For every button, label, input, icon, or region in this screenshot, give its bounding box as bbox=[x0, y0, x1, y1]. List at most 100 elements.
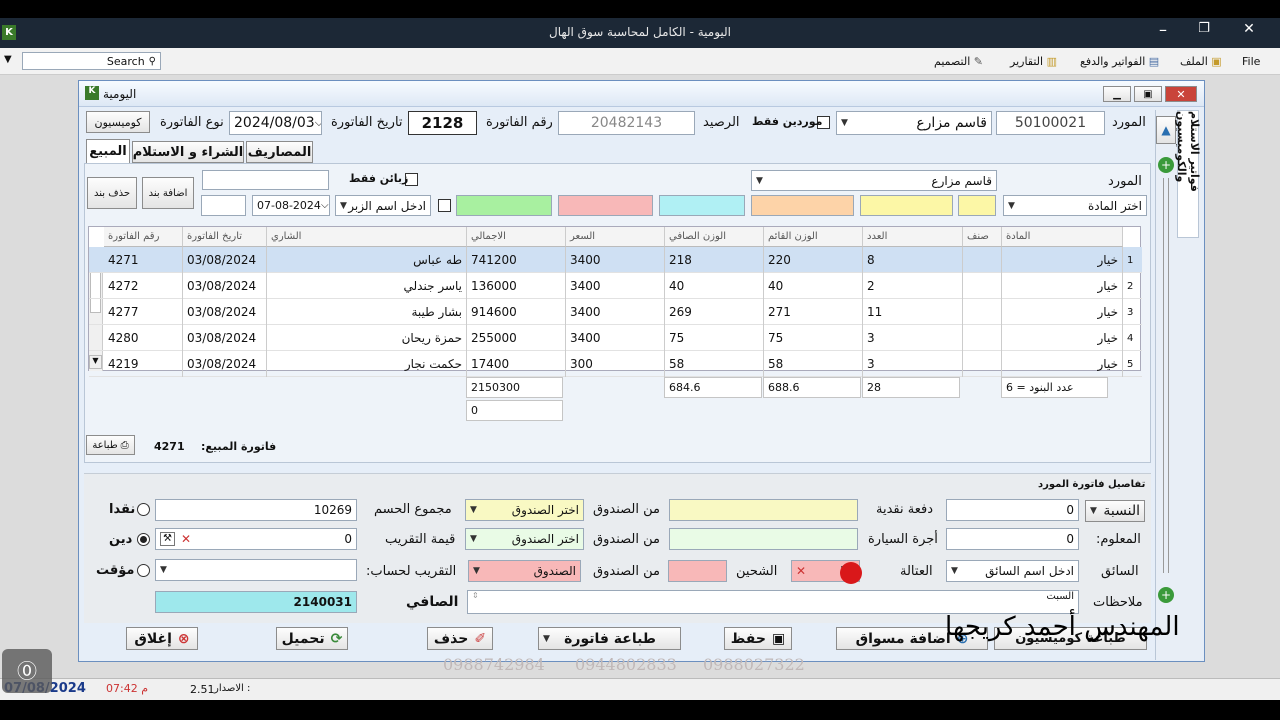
invoice-type-label: نوع الفاتورة bbox=[160, 115, 224, 130]
menu-reports[interactable]: التقارير ▥ bbox=[1010, 55, 1057, 68]
color-field-3[interactable] bbox=[751, 195, 854, 216]
color-field-1[interactable] bbox=[958, 195, 996, 216]
close-button[interactable]: إغلاق ⊗ bbox=[126, 627, 198, 650]
notes-field[interactable]: ⇕ السبت bbox=[467, 590, 1079, 614]
col-invoice-date: تاريخ الفاتورة bbox=[183, 227, 267, 247]
table-row[interactable]: خيار 8 220 218 3400 741200 طه عباس 03/08/2024 42… bbox=[89, 247, 1142, 273]
tab-expenses[interactable]: المصاريف bbox=[246, 141, 313, 163]
menu-chevron-icon[interactable]: ▼ bbox=[4, 54, 12, 65]
side-up-button[interactable]: ▲ bbox=[1156, 116, 1176, 144]
cell-count: 8 bbox=[863, 247, 963, 273]
shipping-field[interactable] bbox=[668, 560, 727, 582]
side-add-icon-2[interactable]: + bbox=[1158, 587, 1174, 603]
cash-radio[interactable] bbox=[137, 503, 150, 516]
choose-box-select-1[interactable]: ▼ اختر الصندوق bbox=[465, 499, 584, 521]
known-field[interactable]: 0 bbox=[946, 528, 1079, 550]
material-select[interactable]: ▼ اختر المادة bbox=[1003, 195, 1147, 216]
table-row[interactable]: خيار 2 40 40 3400 136000 ياسر جندلي 03/08/2024 4… bbox=[89, 273, 1142, 299]
table-row[interactable]: خيار 3 58 58 300 17400 حكمت نجار 03/08/2024 4219… bbox=[89, 351, 1142, 377]
invoice-type-button[interactable]: كوميسيون bbox=[86, 111, 150, 133]
tab-purchase-receipt[interactable]: الشراء و الاستلام bbox=[132, 141, 244, 163]
cash-payment-box-field[interactable] bbox=[669, 499, 858, 521]
tab-sales[interactable]: المبيع bbox=[86, 139, 130, 163]
chevron-down-icon: ▼ bbox=[1090, 506, 1097, 516]
menu-main[interactable]: الملف ▣ bbox=[1180, 55, 1222, 68]
search-icon: ⚲ bbox=[148, 55, 156, 67]
box-select-3[interactable]: ▼ الصندوق bbox=[468, 560, 581, 582]
invoice-number-field[interactable]: 2128 bbox=[408, 111, 477, 135]
restore-button[interactable]: ❐ bbox=[1193, 21, 1215, 43]
close-app-button[interactable]: ✕ bbox=[1238, 21, 1260, 43]
menu-invoices[interactable]: الفواتير والدفع ▤ bbox=[1080, 55, 1159, 68]
choose-box-select-2[interactable]: ▼ اختر الصندوق bbox=[465, 528, 584, 550]
debt-radio[interactable] bbox=[137, 533, 150, 546]
color-field-6[interactable] bbox=[456, 195, 552, 216]
cell-invoice-number: 4277 bbox=[104, 299, 183, 325]
phone-3: 0988027322 bbox=[703, 655, 805, 674]
cash-payment-field[interactable]: 0 bbox=[946, 499, 1079, 521]
window-title-bar: K اليومية ▁ ▣ ✕ bbox=[79, 81, 1204, 107]
row-checkbox[interactable] bbox=[438, 199, 451, 212]
window-close-button[interactable]: ✕ bbox=[1165, 86, 1197, 102]
color-field-5[interactable] bbox=[558, 195, 653, 216]
cell-total: 136000 bbox=[467, 273, 566, 299]
cell-invoice-date: 03/08/2024 bbox=[183, 247, 267, 273]
cell-invoice-number: 4271 bbox=[104, 247, 183, 273]
app-title-bar: K اليومية - الكامل لمحاسبة سوق الهال – ❐… bbox=[0, 18, 1280, 48]
color-field-2[interactable] bbox=[860, 195, 953, 216]
load-button[interactable]: تحميل ⟳ bbox=[276, 627, 348, 650]
window-minimize-button[interactable]: ▁ bbox=[1103, 86, 1131, 102]
save-button[interactable]: حفظ ▣ bbox=[724, 627, 792, 650]
from-box-label-2: من الصندوق bbox=[593, 532, 660, 547]
load-icon: ⟳ bbox=[330, 630, 343, 647]
supplier-code-field[interactable]: 50100021 bbox=[996, 111, 1105, 135]
ratio-select[interactable]: ▼ النسبة bbox=[1085, 500, 1145, 522]
minimize-button[interactable]: – bbox=[1150, 20, 1176, 44]
phone-2: 0944802833 bbox=[575, 655, 677, 674]
customer-select[interactable]: ▼ ادخل اسم الزبر bbox=[335, 195, 431, 216]
table-row[interactable]: خيار 11 271 269 3400 914600 بشار طيبة 03/08/202… bbox=[89, 299, 1142, 325]
print-invoice-button[interactable]: ▼ طباعة فاتورة bbox=[538, 627, 681, 650]
side-vertical-tab[interactable]: فواتير الاستلام والكوميسيون bbox=[1175, 110, 1201, 238]
sales-supplier-select[interactable]: ▼ قاسم مزارع bbox=[751, 170, 997, 191]
tool-icon[interactable]: ⚒ bbox=[160, 532, 175, 546]
delete-item-button[interactable]: حذف بند bbox=[87, 177, 137, 209]
window-restore-button[interactable]: ▣ bbox=[1134, 86, 1162, 102]
menu-design[interactable]: التصميم ✎ bbox=[934, 55, 983, 68]
supplier-name-select[interactable]: ▼ قاسم مزارع bbox=[836, 111, 992, 135]
sales-small-field[interactable] bbox=[201, 195, 246, 216]
rounding-field[interactable]: ⚒ ✕ 0 bbox=[155, 528, 357, 550]
delete-button[interactable]: حذف ✐ bbox=[427, 627, 493, 650]
color-field-4[interactable] bbox=[659, 195, 745, 216]
menu-file[interactable]: File bbox=[1242, 55, 1260, 68]
save-icon: ▣ bbox=[771, 630, 786, 647]
table-row[interactable]: خيار 3 75 75 3400 255000 حمزة ريحان 03/08/2024 4… bbox=[89, 325, 1142, 351]
clear-icon[interactable]: ✕ bbox=[181, 532, 191, 546]
print-sale-button[interactable]: طباعة ⎙ bbox=[86, 435, 135, 455]
total-gross-weight: 688.6 bbox=[763, 377, 861, 398]
sales-date-picker[interactable]: 07-08-2024 ⌵ bbox=[252, 195, 330, 216]
cell-net-weight: 269 bbox=[665, 299, 764, 325]
side-scroll-track[interactable] bbox=[1163, 178, 1169, 573]
delete-x-icon[interactable]: ✕ bbox=[796, 564, 806, 578]
col-price: السعر bbox=[566, 227, 665, 247]
side-add-icon[interactable]: + bbox=[1158, 157, 1174, 173]
notes-scroll-icon[interactable]: ⇕ bbox=[472, 591, 479, 600]
car-fee-box-field[interactable] bbox=[669, 528, 858, 550]
col-total: الاجمالي bbox=[467, 227, 566, 247]
cell-buyer: حكمت نجار bbox=[267, 351, 467, 377]
search-input[interactable]: Search ⚲ bbox=[22, 52, 161, 70]
sales-blank-field[interactable] bbox=[202, 170, 329, 190]
rounding-account-select[interactable]: ▼ bbox=[155, 559, 357, 581]
report-icon: ▥ bbox=[1046, 55, 1057, 68]
status-version-value: 2.51 bbox=[190, 683, 215, 696]
driver-select[interactable]: ▼ ادخل اسم السائق bbox=[946, 560, 1079, 582]
invoice-date-picker[interactable]: 2024/08/03⌵ bbox=[229, 111, 322, 135]
status-version-label: الاصدار : bbox=[214, 683, 251, 694]
temp-radio[interactable] bbox=[137, 564, 150, 577]
car-fee-label: أجرة السيارة bbox=[868, 532, 938, 547]
total-deduction-field: 10269 bbox=[155, 499, 357, 521]
from-box-label-1: من الصندوق bbox=[593, 502, 660, 517]
add-item-button[interactable]: اضافة بند bbox=[142, 177, 194, 209]
sales-grid: المادة صنف العدد الوزن القائم الوزن الصا… bbox=[88, 226, 1142, 377]
